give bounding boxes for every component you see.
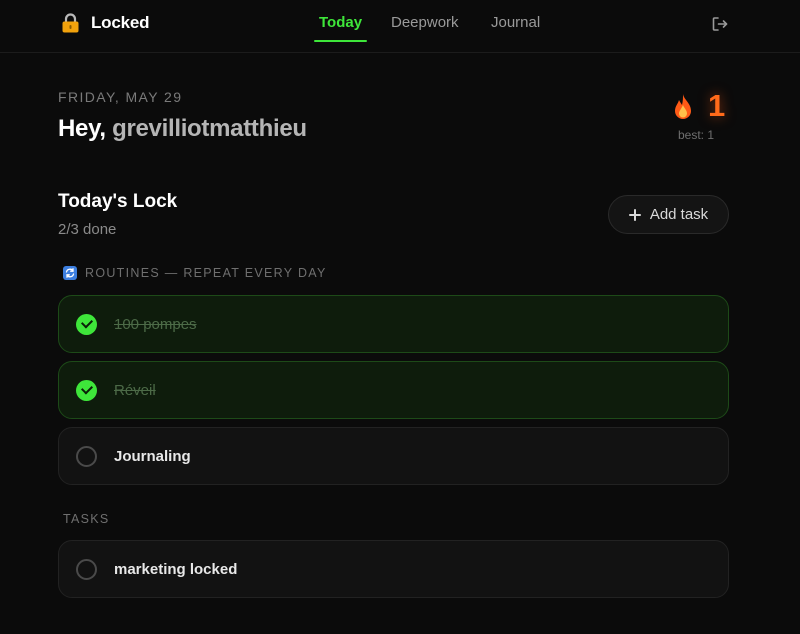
logout-icon[interactable] — [711, 15, 729, 33]
tasks-label: TASKS — [63, 512, 110, 526]
progress-text: 2/3 done — [58, 221, 117, 238]
flame-icon — [671, 93, 695, 121]
task-label: Journaling — [114, 448, 191, 465]
tab-deepwork[interactable]: Deepwork — [391, 14, 459, 42]
main-nav: Today Deepwork Journal — [0, 0, 800, 53]
section-title: Today's Lock — [58, 191, 178, 212]
tab-journal[interactable]: Journal — [491, 14, 540, 42]
streak-count: 1 — [708, 88, 726, 123]
repeat-icon — [63, 266, 77, 280]
tasks-label-text: TASKS — [63, 512, 110, 526]
check-circle-icon[interactable] — [76, 380, 97, 401]
current-date: FRIDAY, MAY 29 — [58, 89, 183, 105]
plus-icon — [628, 208, 641, 221]
task-label: 100 pompes — [114, 316, 197, 333]
top-bar: Locked Today Deepwork Journal — [0, 0, 800, 53]
task-label: Réveil — [114, 382, 156, 399]
task-item-marketing-locked[interactable]: marketing locked — [58, 540, 729, 598]
routines-label-text: ROUTINES — REPEAT EVERY DAY — [85, 266, 327, 280]
task-label: marketing locked — [114, 561, 238, 578]
add-task-button[interactable]: Add task — [608, 195, 729, 234]
routines-label: ROUTINES — REPEAT EVERY DAY — [63, 266, 327, 280]
greeting-text: Hey, — [58, 115, 106, 142]
tab-today[interactable]: Today — [313, 14, 368, 42]
check-circle-icon[interactable] — [76, 314, 97, 335]
username: grevilliotmatthieu — [112, 115, 307, 142]
routine-item-reveil[interactable]: Réveil — [58, 361, 729, 419]
routine-item-journaling[interactable]: Journaling — [58, 427, 729, 485]
routine-item-100-pompes[interactable]: 100 pompes — [58, 295, 729, 353]
greeting: Hey, grevilliotmatthieu — [58, 115, 307, 143]
streak-best: best: 1 — [678, 128, 715, 142]
add-task-label: Add task — [649, 206, 709, 223]
empty-circle-icon[interactable] — [76, 559, 97, 580]
empty-circle-icon[interactable] — [76, 446, 97, 467]
streak-counter: 1 best: 1 — [668, 88, 732, 148]
